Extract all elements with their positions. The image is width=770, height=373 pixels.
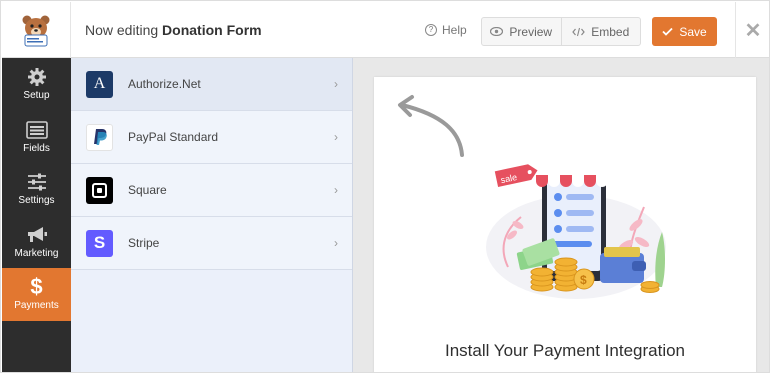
- sidebar-item-label: Settings: [18, 195, 55, 207]
- embed-label: Embed: [591, 24, 630, 39]
- sidebar-item-fields[interactable]: Fields: [2, 111, 71, 164]
- chevron-right-icon: ›: [334, 236, 338, 250]
- gear-icon: [26, 67, 48, 87]
- sidebar-item-settings[interactable]: Settings: [2, 163, 71, 216]
- preview-heading: Install Your Payment Integration: [444, 341, 686, 360]
- payment-item-square[interactable]: Square ›: [71, 164, 352, 217]
- checkmark-icon: [662, 27, 673, 36]
- preview-embed-group: Preview Embed: [481, 17, 641, 46]
- help-button[interactable]: ? Help: [425, 23, 467, 37]
- payment-item-stripe[interactable]: S Stripe ›: [71, 217, 352, 270]
- form-name: Donation Form: [162, 22, 262, 38]
- chevron-right-icon: ›: [334, 77, 338, 91]
- help-label: Help: [442, 23, 467, 37]
- sidebar-item-label: Fields: [23, 142, 50, 154]
- builder-sidebar: Setup Fields Settings Marketing $ Paymen…: [2, 58, 71, 372]
- sliders-icon: [26, 172, 48, 192]
- sidebar-item-marketing[interactable]: Marketing: [2, 216, 71, 269]
- stripe-logo-icon: S: [86, 229, 113, 257]
- eye-icon: [490, 27, 504, 36]
- close-icon: ✕: [744, 19, 762, 42]
- preview-label: Preview: [509, 24, 553, 39]
- payment-item-paypal[interactable]: PayPal Standard ›: [71, 111, 352, 164]
- sidebar-item-label: Setup: [23, 90, 50, 102]
- payment-integrations-panel: A Authorize.Net › PayPal Standard › Squa…: [71, 58, 353, 372]
- code-icon: [572, 27, 586, 36]
- bear-mascot-icon: [22, 15, 50, 47]
- editing-prefix: Now editing: [85, 22, 159, 38]
- sidebar-item-label: Marketing: [14, 247, 59, 259]
- online-shop-illustration: $ sale: [486, 161, 666, 299]
- authorize-net-logo-icon: A: [86, 70, 113, 98]
- sidebar-item-label: Payments: [14, 300, 59, 312]
- save-button[interactable]: Save: [652, 17, 717, 46]
- curved-arrow-icon: [398, 95, 464, 157]
- page-title: Now editing Donation Form: [85, 22, 262, 38]
- payment-item-label: PayPal Standard: [128, 130, 219, 144]
- payment-item-label: Authorize.Net: [128, 77, 201, 91]
- payment-item-label: Square: [128, 183, 167, 197]
- embed-button[interactable]: Embed: [560, 18, 641, 45]
- preview-button[interactable]: Preview: [482, 18, 561, 45]
- sidebar-item-payments[interactable]: $ Payments: [2, 268, 71, 321]
- megaphone-icon: [26, 225, 48, 245]
- payment-integration-card: $ sale: [374, 77, 756, 372]
- svg-text:$: $: [580, 273, 587, 287]
- dollar-icon: $: [30, 274, 43, 300]
- save-label: Save: [679, 24, 707, 39]
- paypal-logo-icon: [86, 123, 113, 151]
- form-preview-area: $ sale Install Your Payment Integration: [353, 58, 769, 372]
- fields-icon: [25, 120, 48, 140]
- top-bar: Now editing Donation Form ? Help Preview: [2, 2, 769, 58]
- wpforms-logo[interactable]: [2, 2, 71, 58]
- square-logo-icon: [86, 176, 113, 204]
- payment-item-authorize-net[interactable]: A Authorize.Net ›: [71, 58, 352, 111]
- close-button[interactable]: ✕: [735, 2, 769, 58]
- form-builder-window: Now editing Donation Form ? Help Preview: [0, 0, 770, 373]
- payment-item-label: Stripe: [128, 236, 160, 250]
- help-icon: ?: [425, 24, 437, 36]
- sidebar-item-setup[interactable]: Setup: [2, 58, 71, 111]
- chevron-right-icon: ›: [334, 130, 338, 144]
- chevron-right-icon: ›: [334, 183, 338, 197]
